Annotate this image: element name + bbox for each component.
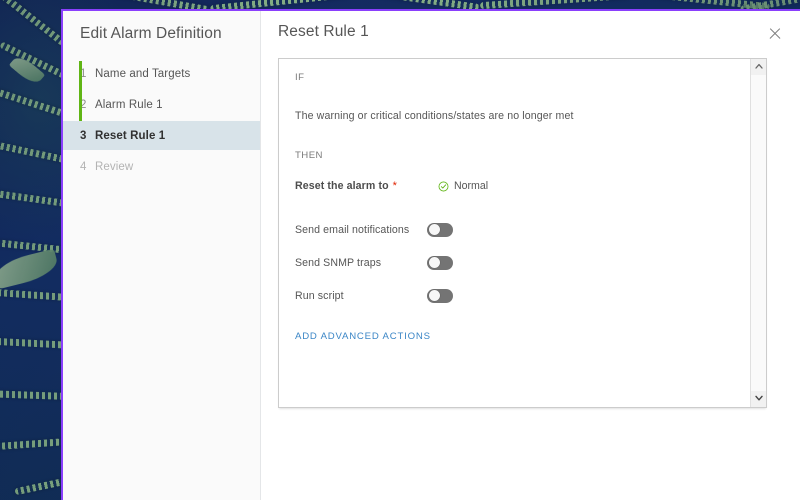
actions-toggle-list: Send email notifications Send SNMP traps… [295, 218, 734, 307]
status-label: Normal [453, 180, 489, 192]
toggle-row-script: Run script [295, 284, 734, 307]
content-header: Reset Rule 1 [261, 11, 800, 43]
step-label: Reset Rule 1 [95, 129, 166, 142]
toggle-label: Send SNMP traps [295, 256, 382, 269]
chevron-up-icon [755, 63, 763, 69]
close-icon[interactable] [766, 25, 784, 43]
toggle-row-snmp: Send SNMP traps [295, 251, 734, 274]
page-title: Edit Alarm Definition [80, 25, 222, 42]
content-pane: Reset Rule 1 IF The warning or critical … [261, 11, 800, 500]
step-label: Review [95, 160, 134, 173]
content-title: Reset Rule 1 [278, 23, 369, 40]
rule-card: IF The warning or critical conditions/st… [278, 58, 767, 408]
wizard-progress-rail [79, 61, 82, 121]
wizard-step-alarm-rule-1[interactable]: 2 Alarm Rule 1 [63, 90, 260, 119]
wizard-step-reset-rule-1[interactable]: 3 Reset Rule 1 [63, 121, 260, 150]
required-marker: * [392, 180, 397, 192]
reset-alarm-row: Reset the alarm to * Normal [295, 180, 734, 192]
step-label: Name and Targets [95, 67, 191, 80]
toggle-knob [428, 224, 440, 235]
scroll-down-button[interactable] [751, 391, 767, 407]
step-number: 1 [80, 67, 87, 80]
status-badge[interactable]: Normal [438, 180, 488, 192]
edit-alarm-definition-dialog: Edit Alarm Definition 1 Name and Targets… [61, 9, 800, 500]
rule-body: IF The warning or critical conditions/st… [279, 59, 750, 407]
add-advanced-actions-link[interactable]: ADD ADVANCED ACTIONS [295, 331, 431, 342]
step-label: Alarm Rule 1 [95, 98, 163, 111]
vertical-scrollbar[interactable] [750, 59, 766, 407]
send-snmp-traps-toggle[interactable] [427, 255, 453, 270]
wizard-step-list: 1 Name and Targets 2 Alarm Rule 1 3 Rese… [63, 59, 260, 181]
run-script-toggle[interactable] [427, 288, 453, 303]
wizard-step-review: 4 Review [63, 152, 260, 181]
send-email-notifications-toggle[interactable] [427, 222, 453, 237]
reset-alarm-label: Reset the alarm to [295, 180, 389, 192]
chevron-down-icon [755, 395, 763, 401]
if-keyword: IF [295, 72, 305, 83]
then-keyword: THEN [295, 150, 323, 161]
toggle-knob [428, 290, 440, 301]
toggle-row-email: Send email notifications [295, 218, 734, 241]
toggle-label: Run script [295, 289, 344, 302]
scroll-up-button[interactable] [751, 59, 767, 75]
wizard-step-name-and-targets[interactable]: 1 Name and Targets [63, 59, 260, 88]
step-number: 4 [80, 160, 87, 173]
step-number: 3 [80, 129, 87, 142]
toggle-knob [428, 257, 440, 268]
scrollbar-track[interactable] [751, 75, 766, 391]
check-circle-icon [438, 181, 449, 191]
toggle-label: Send email notifications [295, 223, 410, 236]
wizard-sidebar: Edit Alarm Definition 1 Name and Targets… [63, 11, 261, 500]
step-number: 2 [80, 98, 87, 111]
condition-text: The warning or critical conditions/state… [295, 110, 574, 122]
